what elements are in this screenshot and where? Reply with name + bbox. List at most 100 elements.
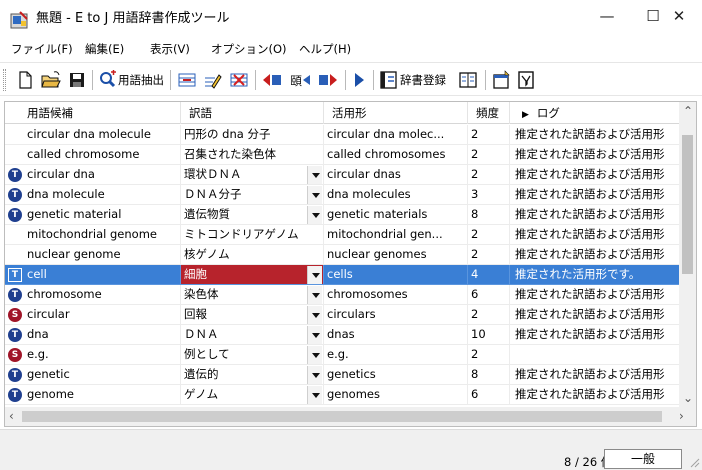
- cell-term[interactable]: circular dna molecule: [5, 125, 181, 145]
- table-row[interactable]: nuclear genome 核ゲノム nuclear genomes 2 推定された訳…: [5, 245, 680, 265]
- dropdown-arrow-icon[interactable]: [307, 326, 322, 344]
- cell-translation[interactable]: ＤＮＡ: [181, 325, 324, 345]
- cell-translation[interactable]: ゲノム: [181, 385, 324, 405]
- dropdown-arrow-icon[interactable]: [307, 346, 322, 364]
- mode-indicator[interactable]: 一般: [604, 449, 682, 469]
- cell-form[interactable]: circular dnas: [324, 165, 468, 185]
- cell-translation[interactable]: 染色体: [181, 285, 324, 305]
- cell-term[interactable]: chromosome T: [5, 285, 181, 305]
- cell-translation[interactable]: 回報: [181, 305, 324, 325]
- column-header-frequency[interactable]: 頻度: [468, 102, 510, 124]
- cell-term[interactable]: dna molecule T: [5, 185, 181, 205]
- table-row[interactable]: cell T 細胞 cells 4 推定された活用形です。: [5, 265, 680, 285]
- cell-log[interactable]: 推定された活用形です。: [510, 265, 680, 285]
- cell-log[interactable]: 推定された訳語および活用形: [510, 205, 680, 225]
- dropdown-arrow-icon[interactable]: [307, 286, 322, 304]
- dictionary-register-icon[interactable]: [379, 69, 399, 91]
- cell-form[interactable]: genetic materials: [324, 205, 468, 225]
- cell-frequency[interactable]: 8: [468, 365, 510, 385]
- menu-options[interactable]: オプション(O): [211, 42, 287, 56]
- cell-log[interactable]: 推定された訳語および活用形: [510, 385, 680, 405]
- horizontal-scrollbar[interactable]: ‹ ›: [5, 407, 696, 426]
- dropdown-arrow-icon[interactable]: [307, 366, 322, 384]
- properties-icon[interactable]: [492, 69, 512, 91]
- save-icon[interactable]: [68, 69, 86, 91]
- cell-translation[interactable]: ＤＮＡ分子: [181, 185, 324, 205]
- cell-log[interactable]: 推定された訳語および活用形: [510, 165, 680, 185]
- scroll-right-icon[interactable]: ›: [679, 409, 684, 423]
- column-header-log[interactable]: ▶ ログ: [510, 102, 680, 124]
- cell-term[interactable]: genetic material T: [5, 205, 181, 225]
- move-word-icon[interactable]: 頤: [289, 69, 311, 91]
- cell-frequency[interactable]: 2: [468, 165, 510, 185]
- cell-translation[interactable]: 遺伝物質: [181, 205, 324, 225]
- dropdown-arrow-icon[interactable]: [307, 206, 322, 224]
- cell-form[interactable]: dnas: [324, 325, 468, 345]
- cell-translation[interactable]: ミトコンドリアゲノム: [181, 225, 324, 245]
- extract-icon[interactable]: [98, 69, 118, 91]
- cell-translation[interactable]: 例として: [181, 345, 324, 365]
- cell-translation[interactable]: 核ゲノム: [181, 245, 324, 265]
- dropdown-arrow-icon[interactable]: [307, 186, 322, 204]
- edit-pencil-icon[interactable]: [203, 69, 223, 91]
- table-row[interactable]: dna molecule T ＤＮＡ分子 dna molecules 3 推定された訳語お…: [5, 185, 680, 205]
- cell-log[interactable]: 推定された訳語および活用形: [510, 245, 680, 265]
- close-button[interactable]: ✕: [656, 0, 702, 34]
- table-row[interactable]: circular dna T 環状ＤＮＡ circular dnas 2 推定された訳語お…: [5, 165, 680, 185]
- cell-term[interactable]: cell T: [5, 265, 181, 285]
- register-label[interactable]: 辞書登録: [400, 73, 446, 87]
- cell-frequency[interactable]: 3: [468, 185, 510, 205]
- table-row[interactable]: called chromosome 召集された染色体 called chromoso…: [5, 145, 680, 165]
- dropdown-arrow-icon[interactable]: [307, 266, 322, 284]
- vertical-scroll-thumb[interactable]: [682, 135, 693, 274]
- cell-form[interactable]: genomes: [324, 385, 468, 405]
- cell-term[interactable]: dna T: [5, 325, 181, 345]
- cell-frequency[interactable]: 6: [468, 385, 510, 405]
- cell-frequency[interactable]: 4: [468, 265, 510, 285]
- cell-log[interactable]: 推定された訳語および活用形: [510, 305, 680, 325]
- cell-term[interactable]: e.g. S: [5, 345, 181, 365]
- table-row[interactable]: circular S 回報 circulars 2 推定された訳語および活用形: [5, 305, 680, 325]
- cell-frequency[interactable]: 2: [468, 245, 510, 265]
- menu-file[interactable]: ファイル(F): [11, 42, 73, 56]
- cell-form[interactable]: dna molecules: [324, 185, 468, 205]
- cell-translation[interactable]: 環状ＤＮＡ: [181, 165, 324, 185]
- table-row[interactable]: genome T ゲノム genomes 6 推定された訳語および活用形: [5, 385, 680, 405]
- cell-form[interactable]: circulars: [324, 305, 468, 325]
- cell-frequency[interactable]: 2: [468, 225, 510, 245]
- cell-translation[interactable]: 細胞: [181, 265, 324, 285]
- cell-form[interactable]: called chromosomes: [324, 145, 468, 165]
- cell-log[interactable]: [510, 345, 680, 365]
- cell-term[interactable]: mitochondrial genome: [5, 225, 181, 245]
- horizontal-scroll-thumb[interactable]: [22, 411, 662, 422]
- scroll-up-icon[interactable]: ⌃: [683, 104, 693, 118]
- column-header-translation[interactable]: 訳語: [181, 102, 324, 124]
- play-icon[interactable]: [351, 69, 367, 91]
- dropdown-arrow-icon[interactable]: [307, 166, 322, 184]
- table-row[interactable]: e.g. S 例として e.g. 2: [5, 345, 680, 365]
- cell-term[interactable]: nuclear genome: [5, 245, 181, 265]
- toolbar-grip[interactable]: [3, 69, 6, 91]
- dictionary-icon[interactable]: [458, 69, 478, 91]
- table-row[interactable]: dna T ＤＮＡ dnas 10 推定された訳語および活用形: [5, 325, 680, 345]
- cell-translation[interactable]: 遺伝的: [181, 365, 324, 385]
- column-header-term[interactable]: 用語候補: [5, 102, 181, 124]
- dropdown-arrow-icon[interactable]: [307, 306, 322, 324]
- resize-grip-icon[interactable]: [690, 458, 700, 468]
- cell-frequency[interactable]: 2: [468, 145, 510, 165]
- cell-form[interactable]: nuclear genomes: [324, 245, 468, 265]
- cell-frequency[interactable]: 2: [468, 345, 510, 365]
- table-row[interactable]: circular dna molecule 円形の dna 分子 circular …: [5, 125, 680, 145]
- new-file-icon[interactable]: [16, 69, 34, 91]
- cell-form[interactable]: circular dna molec...: [324, 125, 468, 145]
- cell-log[interactable]: 推定された訳語および活用形: [510, 285, 680, 305]
- minimize-button[interactable]: —: [584, 0, 630, 34]
- cell-term[interactable]: genome T: [5, 385, 181, 405]
- menu-view[interactable]: 表示(V): [150, 42, 190, 56]
- cell-form[interactable]: mitochondrial gen...: [324, 225, 468, 245]
- cell-form[interactable]: genetics: [324, 365, 468, 385]
- move-right-icon[interactable]: [317, 69, 339, 91]
- cell-log[interactable]: 推定された訳語および活用形: [510, 325, 680, 345]
- menu-edit[interactable]: 編集(E): [85, 42, 124, 56]
- cell-form[interactable]: cells: [324, 265, 468, 285]
